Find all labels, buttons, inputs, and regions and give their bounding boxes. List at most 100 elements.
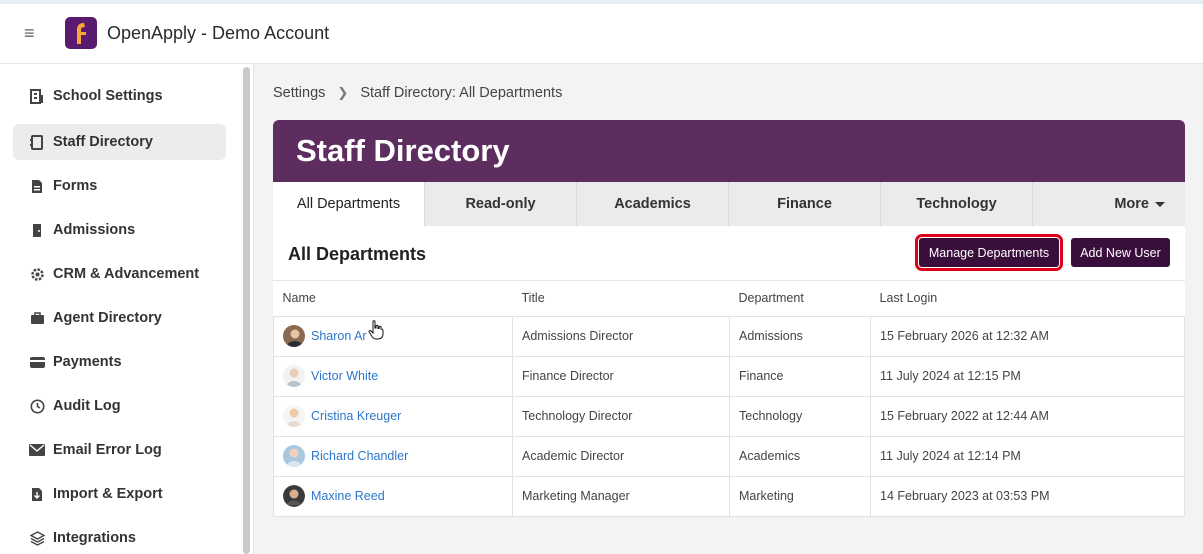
sidebar-item-audit-log[interactable]: Audit Log <box>13 388 226 424</box>
name-cell: Maxine Reed <box>273 475 513 517</box>
mail-error-icon <box>29 442 45 458</box>
card-icon <box>29 354 45 370</box>
briefcase-icon <box>29 310 45 326</box>
sidebar-item-label: Staff Directory <box>53 134 153 150</box>
sidebar-item-integrations[interactable]: Integrations <box>13 520 226 554</box>
title-cell: Finance Director <box>512 355 730 397</box>
import-icon <box>29 486 45 502</box>
sidebar-item-label: Agent Directory <box>53 310 162 326</box>
menu-icon[interactable]: ≡ <box>24 24 42 42</box>
tab-read-only[interactable]: Read-only <box>425 182 577 226</box>
breadcrumb-settings-link[interactable]: Settings <box>273 85 325 101</box>
staff-name-link[interactable]: Sharon Ar <box>311 329 367 343</box>
last-login-cell: 11 July 2024 at 12:14 PM <box>870 435 1185 477</box>
sidebar-item-forms[interactable]: Forms <box>13 168 226 204</box>
staff-name-link[interactable]: Cristina Kreuger <box>311 409 401 423</box>
sidebar-item-admissions[interactable]: Admissions <box>13 212 226 248</box>
title-cell: Academic Director <box>512 435 730 477</box>
sidebar-item-payments[interactable]: Payments <box>13 344 226 380</box>
department-cell: Admissions <box>729 315 871 357</box>
page-title: Staff Directory <box>296 133 510 168</box>
name-cell: Sharon Ar <box>273 315 513 357</box>
tab-all-departments[interactable]: All Departments <box>273 182 425 226</box>
last-login-cell: 15 February 2026 at 12:32 AM <box>870 315 1185 357</box>
department-cell: Marketing <box>729 475 871 517</box>
table-row[interactable]: Sharon Ar Admissions Director Admissions… <box>273 315 1185 357</box>
sidebar-item-label: Admissions <box>53 222 136 238</box>
directory-icon <box>29 134 45 150</box>
sidebar-item-import-export[interactable]: Import & Export <box>13 476 226 512</box>
department-cell: Academics <box>729 435 871 477</box>
hand-cursor-icon <box>368 320 384 340</box>
sidebar-item-label: Audit Log <box>53 398 121 414</box>
tab-more-dropdown[interactable]: More <box>1033 182 1185 226</box>
table-row[interactable]: Cristina Kreuger Technology Director Tec… <box>273 395 1185 437</box>
column-header-name[interactable]: Name <box>273 281 513 317</box>
tab-more-label: More <box>1114 196 1149 212</box>
sidebar-item-label: Integrations <box>53 530 136 546</box>
table-row[interactable]: Maxine Reed Marketing Manager Marketing … <box>273 475 1185 517</box>
staff-directory-card: Staff Directory All Departments Read-onl… <box>273 120 1185 517</box>
table-row[interactable]: Victor White Finance Director Finance 11… <box>273 355 1185 397</box>
document-icon <box>29 178 45 194</box>
main-content: Settings ❯ Staff Directory: All Departme… <box>254 64 1203 554</box>
avatar <box>283 405 305 427</box>
card-header: Staff Directory <box>273 120 1185 182</box>
breadcrumb-current: Staff Directory: All Departments <box>360 85 563 101</box>
tab-academics[interactable]: Academics <box>577 182 729 226</box>
table-row[interactable]: Richard Chandler Academic Director Acade… <box>273 435 1185 477</box>
section-title: All Departments <box>288 244 427 264</box>
sidebar-item-crm[interactable]: CRM & Advancement <box>13 256 226 292</box>
title-cell: Technology Director <box>512 395 730 437</box>
department-cell: Finance <box>729 355 871 397</box>
layers-icon <box>29 530 45 546</box>
sidebar-item-staff-directory[interactable]: Staff Directory <box>13 124 226 160</box>
sidebar-item-label: Payments <box>53 354 122 370</box>
sidebar-item-email-error-log[interactable]: Email Error Log <box>13 432 226 468</box>
sidebar-item-label: Import & Export <box>53 486 163 502</box>
clock-icon <box>29 398 45 414</box>
sidebar-item-school-settings[interactable]: School Settings <box>13 78 226 114</box>
sidebar-item-label: School Settings <box>53 88 163 104</box>
title-cell: Admissions Director <box>512 315 730 357</box>
avatar <box>283 485 305 507</box>
add-new-user-button[interactable]: Add New User <box>1071 238 1170 267</box>
title-cell: Marketing Manager <box>512 475 730 517</box>
staff-name-link[interactable]: Richard Chandler <box>311 449 408 463</box>
top-bar: ≡ OpenApply - Demo Account <box>0 0 1203 64</box>
section-header: All Departments Manage Departments Add N… <box>273 226 1185 281</box>
column-header-last-login[interactable]: Last Login <box>870 281 1185 317</box>
avatar <box>283 325 305 347</box>
building-icon <box>29 88 45 104</box>
sidebar-item-label: CRM & Advancement <box>53 266 200 282</box>
staff-name-link[interactable]: Maxine Reed <box>311 489 385 503</box>
chevron-right-icon: ❯ <box>337 85 349 100</box>
staff-name-link[interactable]: Victor White <box>311 369 378 383</box>
department-tabs: All Departments Read-only Academics Fina… <box>273 182 1185 226</box>
last-login-cell: 11 July 2024 at 12:15 PM <box>870 355 1185 397</box>
manage-departments-button[interactable]: Manage Departments <box>915 234 1063 271</box>
department-cell: Technology <box>729 395 871 437</box>
caret-down-icon <box>1155 201 1165 207</box>
breadcrumb: Settings ❯ Staff Directory: All Departme… <box>273 85 562 101</box>
sidebar-item-agent-directory[interactable]: Agent Directory <box>13 300 226 336</box>
tab-technology[interactable]: Technology <box>881 182 1033 226</box>
app-logo[interactable] <box>65 17 97 49</box>
avatar <box>283 445 305 467</box>
table-header-row: Name Title Department Last Login <box>273 281 1185 317</box>
app-title: OpenApply - Demo Account <box>107 23 330 43</box>
name-cell: Cristina Kreuger <box>273 395 513 437</box>
last-login-cell: 14 February 2023 at 03:53 PM <box>870 475 1185 517</box>
column-header-department[interactable]: Department <box>729 281 871 317</box>
sidebar: School Settings Staff Directory Forms Ad… <box>0 64 240 554</box>
column-header-title[interactable]: Title <box>512 281 730 317</box>
sidebar-item-label: Email Error Log <box>53 442 162 458</box>
name-cell: Richard Chandler <box>273 435 513 477</box>
tab-finance[interactable]: Finance <box>729 182 881 226</box>
door-icon <box>29 222 45 238</box>
gear-icon <box>29 266 45 282</box>
name-cell: Victor White <box>273 355 513 397</box>
sidebar-scrollbar-thumb[interactable] <box>243 67 250 554</box>
last-login-cell: 15 February 2022 at 12:44 AM <box>870 395 1185 437</box>
sidebar-item-label: Forms <box>53 178 98 194</box>
